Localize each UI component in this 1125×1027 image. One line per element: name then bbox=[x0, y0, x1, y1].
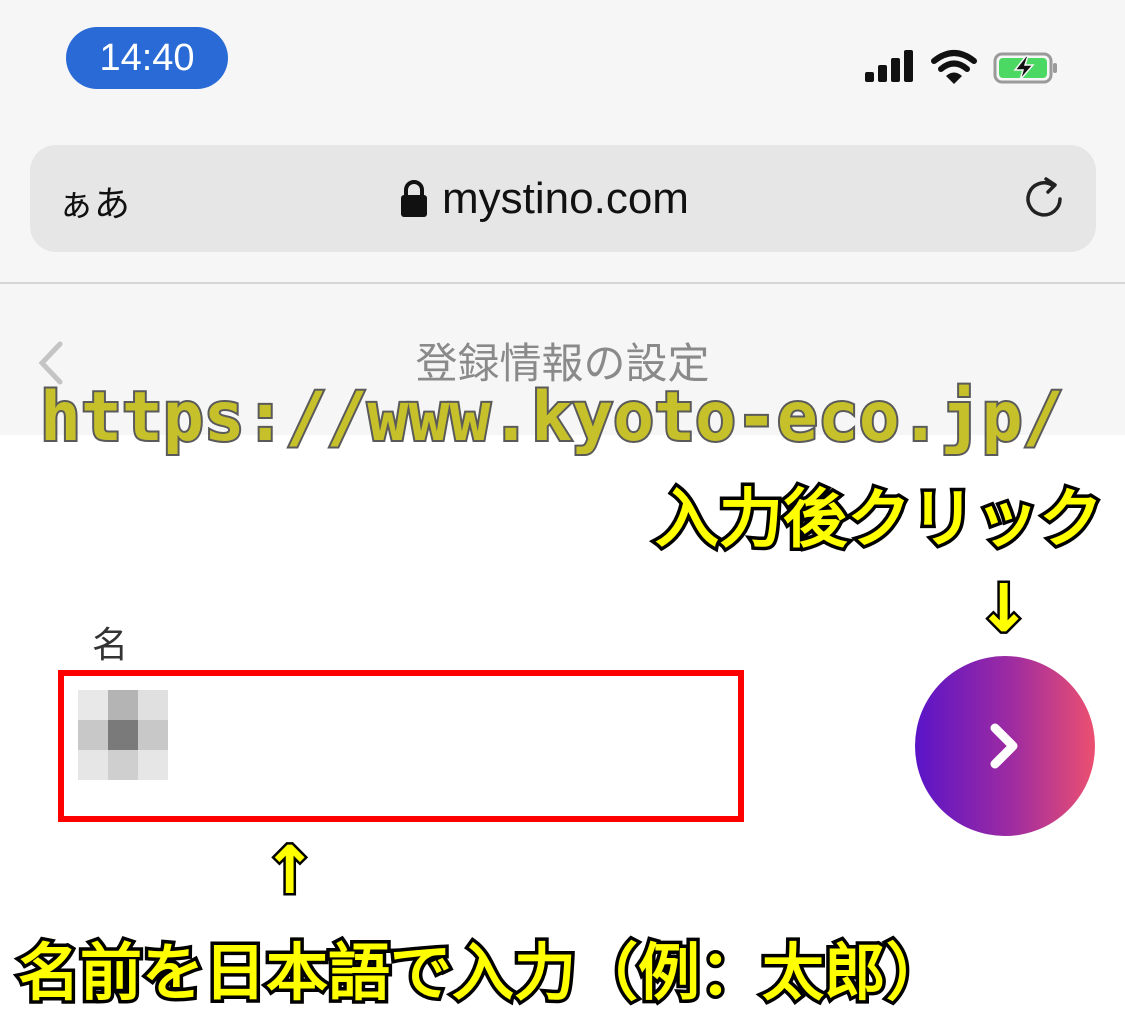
address-bar[interactable]: ぁあ mystino.com bbox=[30, 145, 1096, 252]
down-arrow-annotation: ↓ bbox=[973, 568, 1033, 650]
instruction-annotation: 名前を日本語で入力（例：太郎） bbox=[14, 933, 951, 1013]
chevron-right-icon bbox=[990, 723, 1018, 769]
pixelated-name-value bbox=[78, 690, 168, 780]
status-time: 14:40 bbox=[66, 27, 228, 89]
lock-icon bbox=[401, 180, 427, 217]
wifi-icon bbox=[931, 50, 977, 84]
url-overlay-annotation: https://www.kyoto-eco.jp/ bbox=[38, 376, 1066, 459]
chrome-divider bbox=[0, 282, 1125, 284]
battery-charging-icon bbox=[993, 52, 1057, 84]
click-hint-annotation: 入力後クリック bbox=[652, 480, 1107, 561]
signal-icon bbox=[865, 50, 917, 82]
url-text: mystino.com bbox=[442, 174, 689, 223]
first-name-label: 名 bbox=[92, 625, 129, 666]
first-name-input[interactable] bbox=[58, 670, 744, 822]
next-button[interactable] bbox=[915, 656, 1095, 836]
up-arrow-annotation: ↑ bbox=[259, 830, 319, 912]
status-icons bbox=[865, 48, 1085, 88]
browser-chrome: 14:40 ぁあ mystino.com 登録情報の設定 bbox=[0, 0, 1125, 435]
url-display[interactable]: mystino.com bbox=[400, 169, 689, 229]
text-size-button[interactable]: ぁあ bbox=[58, 175, 130, 227]
reload-icon[interactable] bbox=[1022, 175, 1070, 223]
